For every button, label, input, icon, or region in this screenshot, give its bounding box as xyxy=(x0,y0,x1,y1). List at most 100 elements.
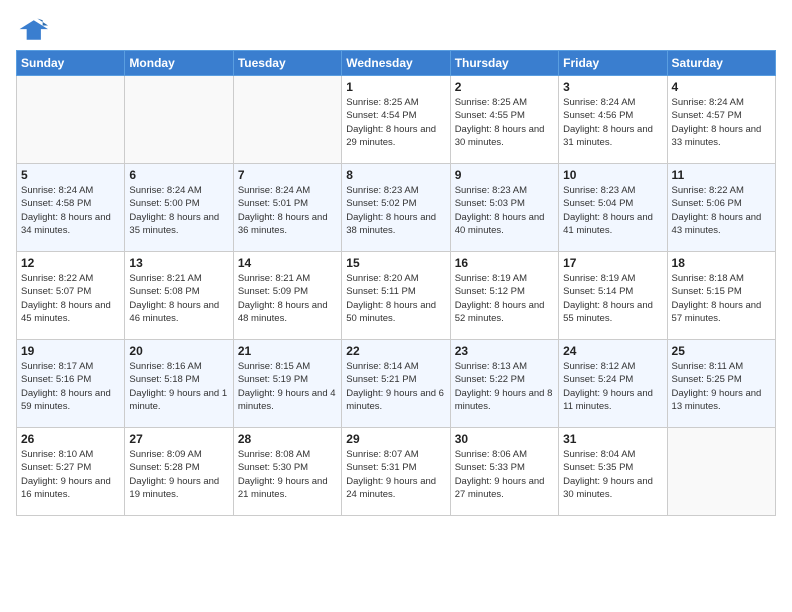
day-number: 23 xyxy=(455,344,554,358)
day-number: 2 xyxy=(455,80,554,94)
calendar-cell xyxy=(17,76,125,164)
logo-icon xyxy=(16,16,48,44)
day-info: Sunrise: 8:04 AM Sunset: 5:35 PM Dayligh… xyxy=(563,448,662,501)
header-thursday: Thursday xyxy=(450,51,558,76)
day-number: 10 xyxy=(563,168,662,182)
day-number: 1 xyxy=(346,80,445,94)
calendar-cell: 18 Sunrise: 8:18 AM Sunset: 5:15 PM Dayli… xyxy=(667,252,775,340)
day-number: 9 xyxy=(455,168,554,182)
header-wednesday: Wednesday xyxy=(342,51,450,76)
calendar-cell: 8 Sunrise: 8:23 AM Sunset: 5:02 PM Daylig… xyxy=(342,164,450,252)
day-info: Sunrise: 8:21 AM Sunset: 5:08 PM Dayligh… xyxy=(129,272,228,325)
day-info: Sunrise: 8:24 AM Sunset: 5:00 PM Dayligh… xyxy=(129,184,228,237)
day-info: Sunrise: 8:09 AM Sunset: 5:28 PM Dayligh… xyxy=(129,448,228,501)
day-info: Sunrise: 8:19 AM Sunset: 5:12 PM Dayligh… xyxy=(455,272,554,325)
header-monday: Monday xyxy=(125,51,233,76)
calendar-cell: 4 Sunrise: 8:24 AM Sunset: 4:57 PM Daylig… xyxy=(667,76,775,164)
day-info: Sunrise: 8:06 AM Sunset: 5:33 PM Dayligh… xyxy=(455,448,554,501)
day-number: 18 xyxy=(672,256,771,270)
day-number: 16 xyxy=(455,256,554,270)
day-number: 20 xyxy=(129,344,228,358)
calendar-cell: 11 Sunrise: 8:22 AM Sunset: 5:06 PM Dayli… xyxy=(667,164,775,252)
day-number: 13 xyxy=(129,256,228,270)
day-info: Sunrise: 8:22 AM Sunset: 5:07 PM Dayligh… xyxy=(21,272,120,325)
day-info: Sunrise: 8:19 AM Sunset: 5:14 PM Dayligh… xyxy=(563,272,662,325)
day-number: 28 xyxy=(238,432,337,446)
calendar-cell: 25Sunrise: 8:11 AM Sunset: 5:25 PM Dayli… xyxy=(667,340,775,428)
calendar-cell: 2 Sunrise: 8:25 AM Sunset: 4:55 PM Daylig… xyxy=(450,76,558,164)
header-sunday: Sunday xyxy=(17,51,125,76)
calendar-cell: 14Sunrise: 8:21 AM Sunset: 5:09 PM Dayli… xyxy=(233,252,341,340)
day-info: Sunrise: 8:20 AM Sunset: 5:11 PM Dayligh… xyxy=(346,272,445,325)
calendar-week-row: 26 Sunrise: 8:10 AM Sunset: 5:27 PM Dayli… xyxy=(17,428,776,516)
calendar-cell: 12 Sunrise: 8:22 AM Sunset: 5:07 PM Dayli… xyxy=(17,252,125,340)
calendar-cell: 31 Sunrise: 8:04 AM Sunset: 5:35 PM Dayli… xyxy=(559,428,667,516)
day-info: Sunrise: 8:15 AM Sunset: 5:19 PM Dayligh… xyxy=(238,360,337,413)
calendar-cell: 3Sunrise: 8:24 AM Sunset: 4:56 PM Daylig… xyxy=(559,76,667,164)
calendar-cell: 27 Sunrise: 8:09 AM Sunset: 5:28 PM Dayli… xyxy=(125,428,233,516)
day-number: 24 xyxy=(563,344,662,358)
day-info: Sunrise: 8:08 AM Sunset: 5:30 PM Dayligh… xyxy=(238,448,337,501)
day-number: 11 xyxy=(672,168,771,182)
day-info: Sunrise: 8:22 AM Sunset: 5:06 PM Dayligh… xyxy=(672,184,771,237)
day-number: 7 xyxy=(238,168,337,182)
day-number: 17 xyxy=(563,256,662,270)
day-info: Sunrise: 8:25 AM Sunset: 4:55 PM Dayligh… xyxy=(455,96,554,149)
day-info: Sunrise: 8:23 AM Sunset: 5:03 PM Dayligh… xyxy=(455,184,554,237)
header-tuesday: Tuesday xyxy=(233,51,341,76)
day-number: 15 xyxy=(346,256,445,270)
calendar-cell: 7 Sunrise: 8:24 AM Sunset: 5:01 PM Daylig… xyxy=(233,164,341,252)
day-info: Sunrise: 8:24 AM Sunset: 4:58 PM Dayligh… xyxy=(21,184,120,237)
day-number: 19 xyxy=(21,344,120,358)
day-number: 8 xyxy=(346,168,445,182)
calendar-cell: 26 Sunrise: 8:10 AM Sunset: 5:27 PM Dayli… xyxy=(17,428,125,516)
header-saturday: Saturday xyxy=(667,51,775,76)
day-number: 30 xyxy=(455,432,554,446)
day-number: 29 xyxy=(346,432,445,446)
calendar-cell: 10 Sunrise: 8:23 AM Sunset: 5:04 PM Dayli… xyxy=(559,164,667,252)
calendar-cell: 13 Sunrise: 8:21 AM Sunset: 5:08 PM Dayli… xyxy=(125,252,233,340)
day-info: Sunrise: 8:23 AM Sunset: 5:02 PM Dayligh… xyxy=(346,184,445,237)
calendar-cell: 5Sunrise: 8:24 AM Sunset: 4:58 PM Daylig… xyxy=(17,164,125,252)
day-number: 25 xyxy=(672,344,771,358)
logo xyxy=(16,16,52,44)
calendar-cell: 30 Sunrise: 8:06 AM Sunset: 5:33 PM Dayli… xyxy=(450,428,558,516)
calendar-cell: 9 Sunrise: 8:23 AM Sunset: 5:03 PM Daylig… xyxy=(450,164,558,252)
day-info: Sunrise: 8:10 AM Sunset: 5:27 PM Dayligh… xyxy=(21,448,120,501)
day-info: Sunrise: 8:14 AM Sunset: 5:21 PM Dayligh… xyxy=(346,360,445,413)
day-number: 31 xyxy=(563,432,662,446)
calendar-cell: 28 Sunrise: 8:08 AM Sunset: 5:30 PM Dayli… xyxy=(233,428,341,516)
day-number: 12 xyxy=(21,256,120,270)
calendar-cell: 17 Sunrise: 8:19 AM Sunset: 5:14 PM Dayli… xyxy=(559,252,667,340)
page-header xyxy=(16,16,776,44)
calendar-cell: 1 Sunrise: 8:25 AM Sunset: 4:54 PM Daylig… xyxy=(342,76,450,164)
day-info: Sunrise: 8:16 AM Sunset: 5:18 PM Dayligh… xyxy=(129,360,228,413)
calendar-cell: 21Sunrise: 8:15 AM Sunset: 5:19 PM Dayli… xyxy=(233,340,341,428)
calendar-week-row: 5Sunrise: 8:24 AM Sunset: 4:58 PM Daylig… xyxy=(17,164,776,252)
calendar-cell xyxy=(667,428,775,516)
day-info: Sunrise: 8:25 AM Sunset: 4:54 PM Dayligh… xyxy=(346,96,445,149)
day-info: Sunrise: 8:13 AM Sunset: 5:22 PM Dayligh… xyxy=(455,360,554,413)
day-number: 27 xyxy=(129,432,228,446)
header-friday: Friday xyxy=(559,51,667,76)
day-info: Sunrise: 8:23 AM Sunset: 5:04 PM Dayligh… xyxy=(563,184,662,237)
calendar-cell: 6Sunrise: 8:24 AM Sunset: 5:00 PM Daylig… xyxy=(125,164,233,252)
day-info: Sunrise: 8:24 AM Sunset: 4:56 PM Dayligh… xyxy=(563,96,662,149)
calendar-week-row: 12 Sunrise: 8:22 AM Sunset: 5:07 PM Dayli… xyxy=(17,252,776,340)
day-info: Sunrise: 8:18 AM Sunset: 5:15 PM Dayligh… xyxy=(672,272,771,325)
calendar-cell: 20 Sunrise: 8:16 AM Sunset: 5:18 PM Dayli… xyxy=(125,340,233,428)
calendar-cell: 16 Sunrise: 8:19 AM Sunset: 5:12 PM Dayli… xyxy=(450,252,558,340)
day-info: Sunrise: 8:24 AM Sunset: 5:01 PM Dayligh… xyxy=(238,184,337,237)
day-info: Sunrise: 8:24 AM Sunset: 4:57 PM Dayligh… xyxy=(672,96,771,149)
day-info: Sunrise: 8:07 AM Sunset: 5:31 PM Dayligh… xyxy=(346,448,445,501)
calendar-cell: 15 Sunrise: 8:20 AM Sunset: 5:11 PM Dayli… xyxy=(342,252,450,340)
calendar-table: SundayMondayTuesdayWednesdayThursdayFrid… xyxy=(16,50,776,516)
calendar-week-row: 19 Sunrise: 8:17 AM Sunset: 5:16 PM Dayli… xyxy=(17,340,776,428)
day-number: 4 xyxy=(672,80,771,94)
calendar-body: 1 Sunrise: 8:25 AM Sunset: 4:54 PM Daylig… xyxy=(17,76,776,516)
header-row: SundayMondayTuesdayWednesdayThursdayFrid… xyxy=(17,51,776,76)
calendar-cell: 23 Sunrise: 8:13 AM Sunset: 5:22 PM Dayli… xyxy=(450,340,558,428)
day-number: 26 xyxy=(21,432,120,446)
day-info: Sunrise: 8:17 AM Sunset: 5:16 PM Dayligh… xyxy=(21,360,120,413)
calendar-header: SundayMondayTuesdayWednesdayThursdayFrid… xyxy=(17,51,776,76)
